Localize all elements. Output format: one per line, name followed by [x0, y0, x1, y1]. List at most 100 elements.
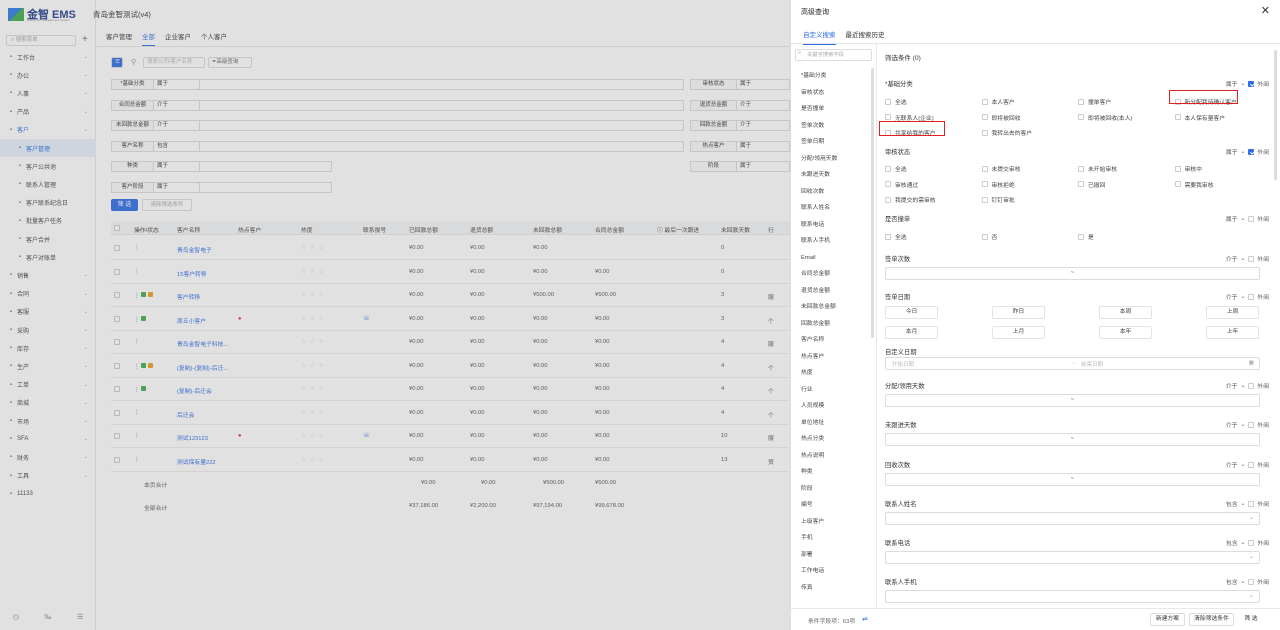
field-item[interactable]: 热点客户	[791, 351, 875, 368]
option-checkbox[interactable]: 即将被回收(本人)	[1078, 113, 1132, 122]
field-item[interactable]: 签单日期	[791, 136, 875, 153]
field-item[interactable]: 热点分类	[791, 433, 875, 450]
field-item[interactable]: 联系电话	[791, 219, 875, 236]
date-preset-button[interactable]: 上月	[992, 326, 1045, 339]
operator-select[interactable]: 属于	[1226, 214, 1238, 223]
clear-conditions-button[interactable]: 清除筛选条件	[1189, 613, 1234, 626]
option-checkbox[interactable]: 撞单客户	[1078, 97, 1111, 106]
field-item[interactable]: 阶段	[791, 483, 875, 500]
checkbox[interactable]	[981, 114, 988, 120]
operator-select[interactable]: 介于	[1226, 292, 1238, 301]
new-plan-button[interactable]: 新建方案	[1150, 613, 1185, 626]
operator-select[interactable]: 包含	[1226, 499, 1238, 508]
select-input[interactable]: ⌄	[885, 590, 1260, 603]
field-item[interactable]: 分配/领用天数	[791, 153, 875, 170]
checkbox[interactable]	[1078, 181, 1084, 187]
checkbox[interactable]	[981, 196, 988, 203]
field-item[interactable]: Email	[791, 252, 875, 269]
exclude-checkbox[interactable]	[1248, 80, 1255, 87]
option-checkbox[interactable]: 钉钉审批	[981, 195, 1015, 204]
date-preset-button[interactable]: 上年	[1206, 326, 1259, 339]
field-item[interactable]: 退货总金额	[791, 285, 875, 302]
operator-select[interactable]: 属于	[1226, 79, 1238, 88]
range-input[interactable]: ~	[885, 433, 1260, 446]
field-item[interactable]: 单位地址	[791, 417, 875, 434]
exclude-checkbox[interactable]	[1248, 461, 1255, 468]
checkbox[interactable]	[1174, 165, 1181, 172]
operator-select[interactable]: 介于	[1226, 381, 1238, 390]
date-range-picker[interactable]: 开始日期 → 结束日期 ▦	[885, 357, 1260, 370]
exclude-checkbox[interactable]	[1248, 382, 1255, 389]
field-item[interactable]: 热点说明	[791, 450, 875, 467]
field-item[interactable]: 客户名称	[791, 334, 875, 351]
operator-select[interactable]: 属于	[1226, 147, 1238, 156]
field-item[interactable]: 是否撞单	[791, 103, 875, 120]
range-input[interactable]: ~	[885, 394, 1260, 407]
panel-filter-button[interactable]: 筛 选	[1238, 613, 1264, 626]
field-item[interactable]: 未跟进天数	[791, 169, 875, 186]
field-item[interactable]: 上级客户	[791, 516, 875, 533]
checkbox[interactable]	[981, 129, 988, 136]
checkbox[interactable]	[981, 233, 988, 240]
range-input[interactable]: ~	[885, 267, 1260, 280]
option-checkbox[interactable]: 我提交的需审核	[885, 195, 936, 204]
field-item[interactable]: 人员规模	[791, 400, 875, 417]
checkbox[interactable]	[885, 181, 891, 187]
field-item[interactable]: 手机	[791, 532, 875, 549]
option-checkbox[interactable]: 审核拒绝	[981, 180, 1015, 189]
option-checkbox[interactable]: 已撤回	[1078, 180, 1105, 189]
field-item[interactable]: 工作电话	[791, 565, 875, 582]
option-checkbox[interactable]: 全选	[885, 97, 907, 106]
field-item[interactable]: 种类	[791, 466, 875, 483]
field-item[interactable]: 联系人姓名	[791, 202, 875, 219]
field-item[interactable]: 编号	[791, 499, 875, 516]
field-item[interactable]: 审核状态	[791, 87, 875, 104]
option-checkbox[interactable]: 未提交审核	[981, 164, 1021, 173]
field-item[interactable]: *基础分类	[791, 70, 875, 87]
option-checkbox[interactable]: 本人保有量客户	[1174, 113, 1225, 122]
checkbox[interactable]	[981, 165, 988, 172]
option-checkbox[interactable]: 需要我审核	[1174, 180, 1214, 189]
operator-select[interactable]: 包含	[1226, 577, 1238, 586]
range-input[interactable]: ~	[885, 473, 1260, 486]
field-item[interactable]: 未回款总金额	[791, 301, 875, 318]
option-checkbox[interactable]: 全选	[885, 232, 907, 241]
field-item[interactable]: 行业	[791, 384, 875, 401]
date-preset-button[interactable]: 上周	[1206, 306, 1259, 319]
exclude-checkbox[interactable]	[1248, 421, 1255, 428]
option-checkbox[interactable]: 全选	[885, 164, 907, 173]
exclude-checkbox[interactable]	[1248, 215, 1255, 222]
exclude-checkbox[interactable]	[1248, 255, 1255, 262]
option-checkbox[interactable]: 审核中	[1174, 164, 1202, 173]
date-preset-button[interactable]: 本年	[1099, 326, 1152, 339]
checkbox[interactable]	[885, 98, 891, 105]
checkbox[interactable]	[981, 181, 988, 187]
exclude-checkbox[interactable]	[1248, 500, 1255, 507]
checkbox[interactable]	[1174, 181, 1181, 187]
modal-mask[interactable]	[0, 0, 790, 630]
field-item[interactable]: 部署	[791, 549, 875, 566]
checkbox[interactable]	[1078, 98, 1084, 105]
date-preset-button[interactable]: 昨日	[992, 306, 1045, 319]
date-preset-button[interactable]: 今日	[885, 306, 938, 319]
field-item[interactable]: 传真	[791, 582, 875, 599]
field-item[interactable]: 合同总金额	[791, 268, 875, 285]
field-item[interactable]: 签单次数	[791, 120, 875, 137]
conditions-scrollbar[interactable]	[1274, 50, 1277, 180]
checkbox[interactable]	[885, 114, 891, 120]
select-input[interactable]: ⌄	[885, 551, 1260, 564]
date-preset-button[interactable]: 本周	[1099, 306, 1152, 319]
checkbox[interactable]	[1078, 233, 1084, 240]
operator-select[interactable]: 介于	[1226, 460, 1238, 469]
settings-icon[interactable]: ⇌	[862, 615, 868, 623]
operator-select[interactable]: 介于	[1226, 254, 1238, 263]
option-checkbox[interactable]: 未开始审核	[1078, 164, 1117, 173]
field-list-scrollbar[interactable]	[871, 68, 874, 338]
field-item[interactable]: 联系人手机	[791, 235, 875, 252]
operator-select[interactable]: 包含	[1226, 538, 1238, 547]
checkbox[interactable]	[885, 196, 891, 203]
select-input[interactable]: ⌄	[885, 512, 1260, 525]
checkbox[interactable]	[981, 98, 988, 105]
checkbox[interactable]	[1078, 114, 1084, 120]
checkbox[interactable]	[885, 165, 891, 172]
